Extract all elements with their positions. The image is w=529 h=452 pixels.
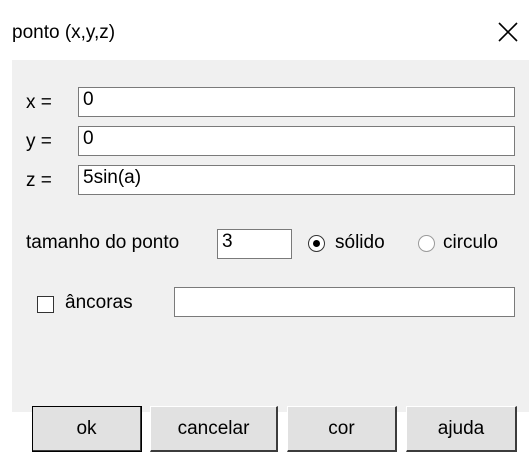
circle-radio-label[interactable]: circulo — [443, 232, 498, 254]
color-button[interactable]: cor — [287, 406, 397, 452]
anchors-checkbox[interactable] — [37, 296, 54, 313]
z-label: z = — [26, 170, 52, 191]
x-input[interactable]: 0 — [78, 87, 515, 117]
dialog-title: ponto (x,y,z) — [12, 22, 116, 43]
anchors-label[interactable]: âncoras — [65, 292, 133, 314]
solid-radio-label[interactable]: sólido — [335, 232, 385, 254]
help-button[interactable]: ajuda — [406, 406, 517, 452]
solid-radio[interactable] — [308, 235, 325, 252]
circle-radio[interactable] — [418, 235, 435, 252]
anchors-input[interactable] — [174, 287, 515, 317]
dialog-window: ponto (x,y,z) x = 0 y = 0 z = 5sin(a) ta… — [0, 0, 529, 452]
ok-button[interactable]: ok — [32, 406, 142, 452]
cancel-button[interactable]: cancelar — [150, 406, 278, 452]
y-input[interactable]: 0 — [78, 126, 515, 156]
point-size-input[interactable]: 3 — [217, 229, 292, 259]
z-input[interactable]: 5sin(a) — [78, 165, 515, 195]
point-size-label: tamanho do ponto — [26, 232, 180, 253]
y-label: y = — [26, 131, 52, 152]
title-bar: ponto (x,y,z) — [0, 0, 529, 60]
dialog-body: x = 0 y = 0 z = 5sin(a) tamanho do ponto… — [12, 60, 529, 452]
x-label: x = — [26, 92, 52, 113]
close-icon[interactable] — [496, 20, 520, 44]
radio-selected-dot — [313, 240, 320, 247]
